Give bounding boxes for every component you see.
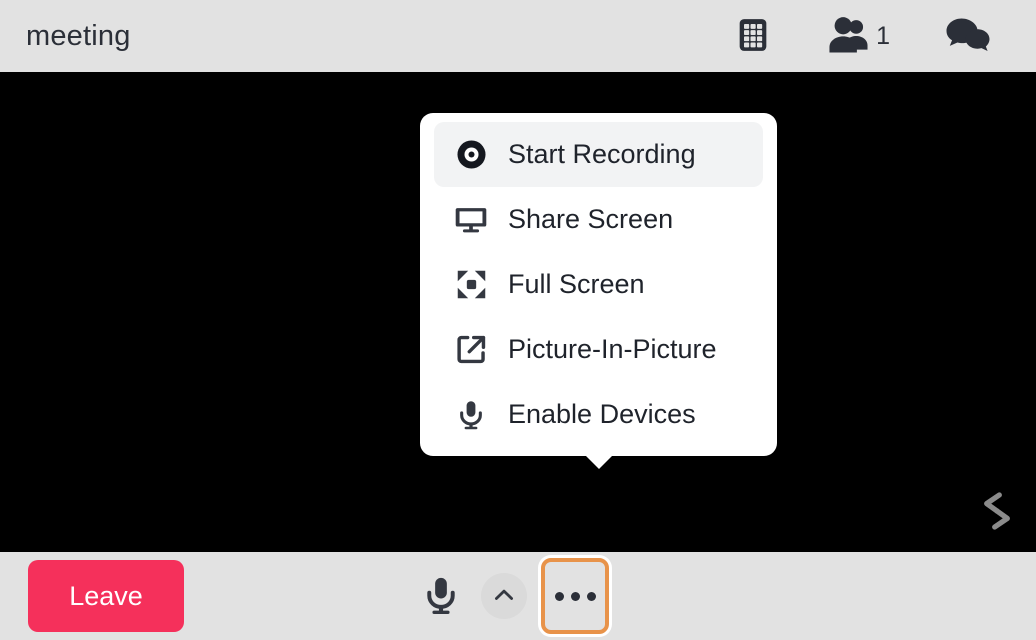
- dot: [570, 591, 580, 601]
- microphone-icon: [454, 398, 488, 432]
- chevron-up-icon: [491, 582, 517, 611]
- dot: [554, 591, 564, 601]
- monitor-icon: [454, 203, 488, 237]
- center-controls: [415, 552, 609, 640]
- more-options-button[interactable]: [541, 558, 609, 634]
- participants-count: 1: [876, 21, 890, 50]
- external-link-icon: [454, 333, 488, 367]
- more-options-menu: Start Recording Share Screen Full Screen…: [420, 113, 777, 469]
- app-header: meeting 1: [0, 0, 1036, 72]
- menu-item-enable-devices[interactable]: Enable Devices: [434, 382, 763, 447]
- menu-item-full-screen[interactable]: Full Screen: [434, 252, 763, 317]
- menu-item-label: Share Screen: [508, 204, 674, 234]
- menu-item-picture-in-picture[interactable]: Picture-In-Picture: [434, 317, 763, 382]
- header-actions: 1: [733, 13, 1008, 60]
- menu-item-start-recording[interactable]: Start Recording: [434, 122, 763, 187]
- audio-options-chevron-button[interactable]: [481, 573, 527, 619]
- popover-tail: [584, 455, 613, 469]
- menu-list: Start Recording Share Screen Full Screen…: [420, 122, 777, 447]
- microphone-toggle-button[interactable]: [415, 566, 467, 626]
- menu-item-label: Start Recording: [508, 139, 696, 169]
- people-icon: [825, 14, 873, 59]
- brand-logo-watermark-icon: [974, 487, 1020, 540]
- menu-item-label: Full Screen: [508, 269, 645, 299]
- chat-bubbles-icon: [942, 13, 994, 60]
- expand-arrows-icon: [454, 268, 488, 302]
- bottom-toolbar: Leave: [0, 552, 1036, 640]
- menu-item-label: Picture-In-Picture: [508, 334, 717, 364]
- meeting-app-window: meeting 1 Start Recording Share Screen F…: [0, 0, 1036, 640]
- dot: [586, 591, 596, 601]
- grid-view-button[interactable]: [733, 15, 773, 58]
- more-options-icon: [554, 591, 596, 601]
- microphone-icon: [422, 573, 460, 620]
- page-title: meeting: [26, 19, 131, 52]
- menu-item-share-screen[interactable]: Share Screen: [434, 187, 763, 252]
- grid-icon: [733, 15, 773, 58]
- leave-button[interactable]: Leave: [28, 560, 184, 632]
- record-icon: [454, 138, 488, 172]
- menu-item-label: Enable Devices: [508, 399, 696, 429]
- chat-button[interactable]: [942, 13, 994, 60]
- participants-button[interactable]: 1: [825, 14, 890, 59]
